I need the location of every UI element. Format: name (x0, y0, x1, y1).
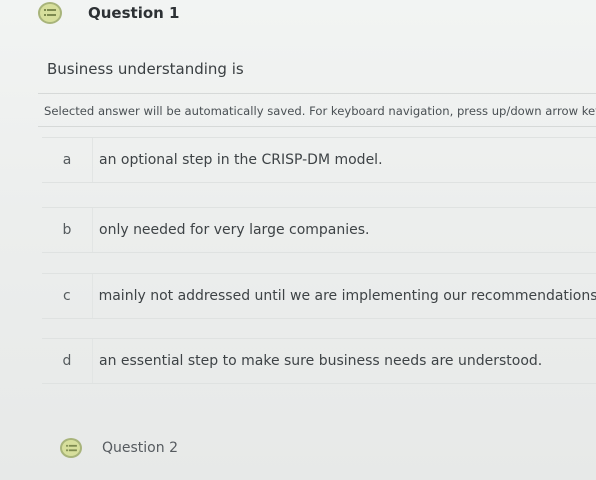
option-text: an optional step in the CRISP-DM model. (99, 152, 383, 168)
option-letter: d (62, 353, 72, 369)
option-text: an essential step to make sure business … (99, 353, 543, 369)
divider (38, 93, 596, 94)
next-question-title: Question 2 (102, 440, 178, 456)
question-prompt: Business understanding is (47, 60, 244, 78)
instructions-text: Selected answer will be automatically sa… (44, 104, 596, 118)
question-list-icon (38, 2, 62, 24)
answer-option-d[interactable]: d an essential step to make sure busines… (42, 338, 596, 384)
next-question-header: Question 2 (60, 436, 178, 460)
option-letter: c (62, 288, 71, 304)
question-list-icon (60, 438, 82, 458)
divider (38, 126, 596, 127)
option-separator (92, 339, 93, 383)
option-text: only needed for very large companies. (99, 222, 370, 238)
answer-option-a[interactable]: a an optional step in the CRISP-DM model… (42, 137, 596, 183)
option-text: mainly not addressed until we are implem… (98, 288, 596, 304)
option-letter: b (62, 222, 72, 238)
option-letter: a (62, 152, 72, 168)
option-separator (92, 208, 93, 252)
answer-option-c[interactable]: c mainly not addressed until we are impl… (42, 273, 596, 319)
option-separator (92, 138, 93, 182)
answer-option-b[interactable]: b only needed for very large companies. (42, 207, 596, 253)
question-title: Question 1 (88, 4, 180, 22)
question-header: Question 1 (38, 0, 180, 26)
option-separator (91, 274, 93, 318)
